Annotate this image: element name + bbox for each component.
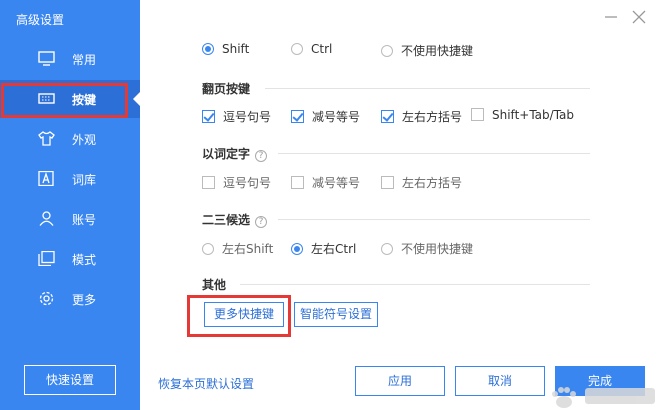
letter-a-icon — [38, 171, 54, 186]
window-title: 高级设置 — [16, 13, 65, 27]
restore-defaults-link[interactable]: 恢复本页默认设置 — [158, 375, 254, 392]
candidate-shift-radio[interactable]: 左右Shift — [202, 240, 273, 257]
highlight-box — [1, 83, 128, 118]
option-label: 左右Ctrl — [311, 242, 357, 256]
option-label: 减号等号 — [312, 110, 361, 124]
radio-selected — [291, 243, 303, 255]
radio-unselected — [381, 243, 393, 255]
sidebar-item-common[interactable]: 常用 — [0, 40, 140, 78]
divider — [278, 153, 590, 154]
sidebar-item-label: 更多 — [72, 293, 97, 307]
page-turn-minus-checkbox[interactable]: 减号等号 — [291, 108, 360, 125]
page-turn-bracket-checkbox[interactable]: 左右方括号 — [381, 108, 462, 125]
switch-none-radio[interactable]: 不使用快捷键 — [381, 42, 473, 59]
checkbox-checked — [202, 110, 215, 123]
checkbox-unchecked — [291, 176, 304, 189]
checkbox-checked — [291, 110, 304, 123]
option-label: 左右方括号 — [402, 176, 463, 190]
checkbox-unchecked — [381, 176, 394, 189]
cancel-button[interactable]: 取消 — [455, 366, 545, 396]
shirt-icon — [38, 131, 55, 146]
quick-settings-button[interactable]: 快速设置 — [24, 365, 116, 395]
sidebar-item-appearance[interactable]: 外观 — [0, 120, 140, 158]
word-select-comma-checkbox[interactable]: 逗号句号 — [202, 174, 271, 191]
word-select-minus-checkbox[interactable]: 减号等号 — [291, 174, 360, 191]
user-icon — [39, 211, 54, 226]
checkbox-unchecked — [471, 108, 484, 121]
highlight-box — [187, 295, 291, 337]
help-icon[interactable]: ? — [255, 150, 268, 162]
option-label: 减号等号 — [312, 176, 361, 190]
sidebar-item-label: 模式 — [72, 253, 97, 267]
divider — [240, 284, 590, 285]
section-title-other: 其他 — [202, 278, 227, 292]
minimize-icon[interactable] — [604, 10, 618, 24]
gear-icon — [39, 291, 54, 306]
apply-button[interactable]: 应用 — [355, 366, 445, 396]
option-label: Shift — [222, 42, 250, 56]
sidebar-item-mode[interactable]: 模式 — [0, 240, 140, 278]
sidebar-item-lexicon[interactable]: 词库 — [0, 160, 140, 198]
radio-unselected — [202, 243, 214, 255]
sidebar-item-label: 外观 — [72, 133, 97, 147]
switch-ctrl-radio[interactable]: Ctrl — [291, 42, 332, 56]
candidate-none-radio[interactable]: 不使用快捷键 — [381, 240, 473, 257]
option-label: Ctrl — [311, 42, 333, 56]
option-label: 左右Shift — [222, 242, 274, 256]
checkbox-checked — [381, 110, 394, 123]
radio-unselected — [291, 43, 303, 55]
section-title-candidate: 二三候选? — [202, 211, 268, 228]
sidebar-item-more[interactable]: 更多 — [0, 280, 140, 318]
baidu-watermark — [552, 387, 655, 408]
switch-shift-radio[interactable]: Shift — [202, 42, 249, 56]
sidebar-item-label: 词库 — [72, 173, 97, 187]
divider — [265, 88, 590, 89]
checkbox-unchecked — [202, 176, 215, 189]
sidebar-item-label: 常用 — [72, 53, 97, 67]
active-indicator — [133, 92, 140, 106]
divider — [278, 219, 590, 220]
sidebar-item-account[interactable]: 账号 — [0, 200, 140, 238]
option-label: 不使用快捷键 — [401, 44, 474, 58]
option-label: 逗号句号 — [223, 176, 272, 190]
radio-unselected — [381, 45, 393, 57]
candidate-ctrl-radio[interactable]: 左右Ctrl — [291, 240, 356, 257]
option-label: 左右方括号 — [402, 110, 463, 124]
close-icon[interactable] — [632, 10, 646, 24]
option-label: 逗号句号 — [223, 110, 272, 124]
section-title-text: 二三候选 — [202, 213, 251, 227]
sidebar: 高级设置 常用 按键 外观 词库 账号 模式 更多 快速设置 — [0, 0, 140, 410]
radio-selected — [202, 43, 214, 55]
monitor-icon — [38, 51, 55, 66]
page-turn-tab-checkbox[interactable]: Shift+Tab/Tab — [471, 108, 574, 122]
page-turn-comma-checkbox[interactable]: 逗号句号 — [202, 108, 271, 125]
word-select-bracket-checkbox[interactable]: 左右方括号 — [381, 174, 462, 191]
sidebar-item-label: 账号 — [72, 213, 97, 227]
option-label: 不使用快捷键 — [401, 242, 474, 256]
section-title-word-select: 以词定字? — [202, 145, 268, 162]
section-title-text: 以词定字 — [202, 147, 251, 161]
smart-symbol-button[interactable]: 智能符号设置 — [294, 302, 378, 327]
window-mode-icon — [38, 251, 55, 266]
option-label: Shift+Tab/Tab — [492, 108, 575, 122]
section-title-page-turn: 翻页按键 — [202, 82, 251, 96]
help-icon[interactable]: ? — [255, 216, 268, 228]
